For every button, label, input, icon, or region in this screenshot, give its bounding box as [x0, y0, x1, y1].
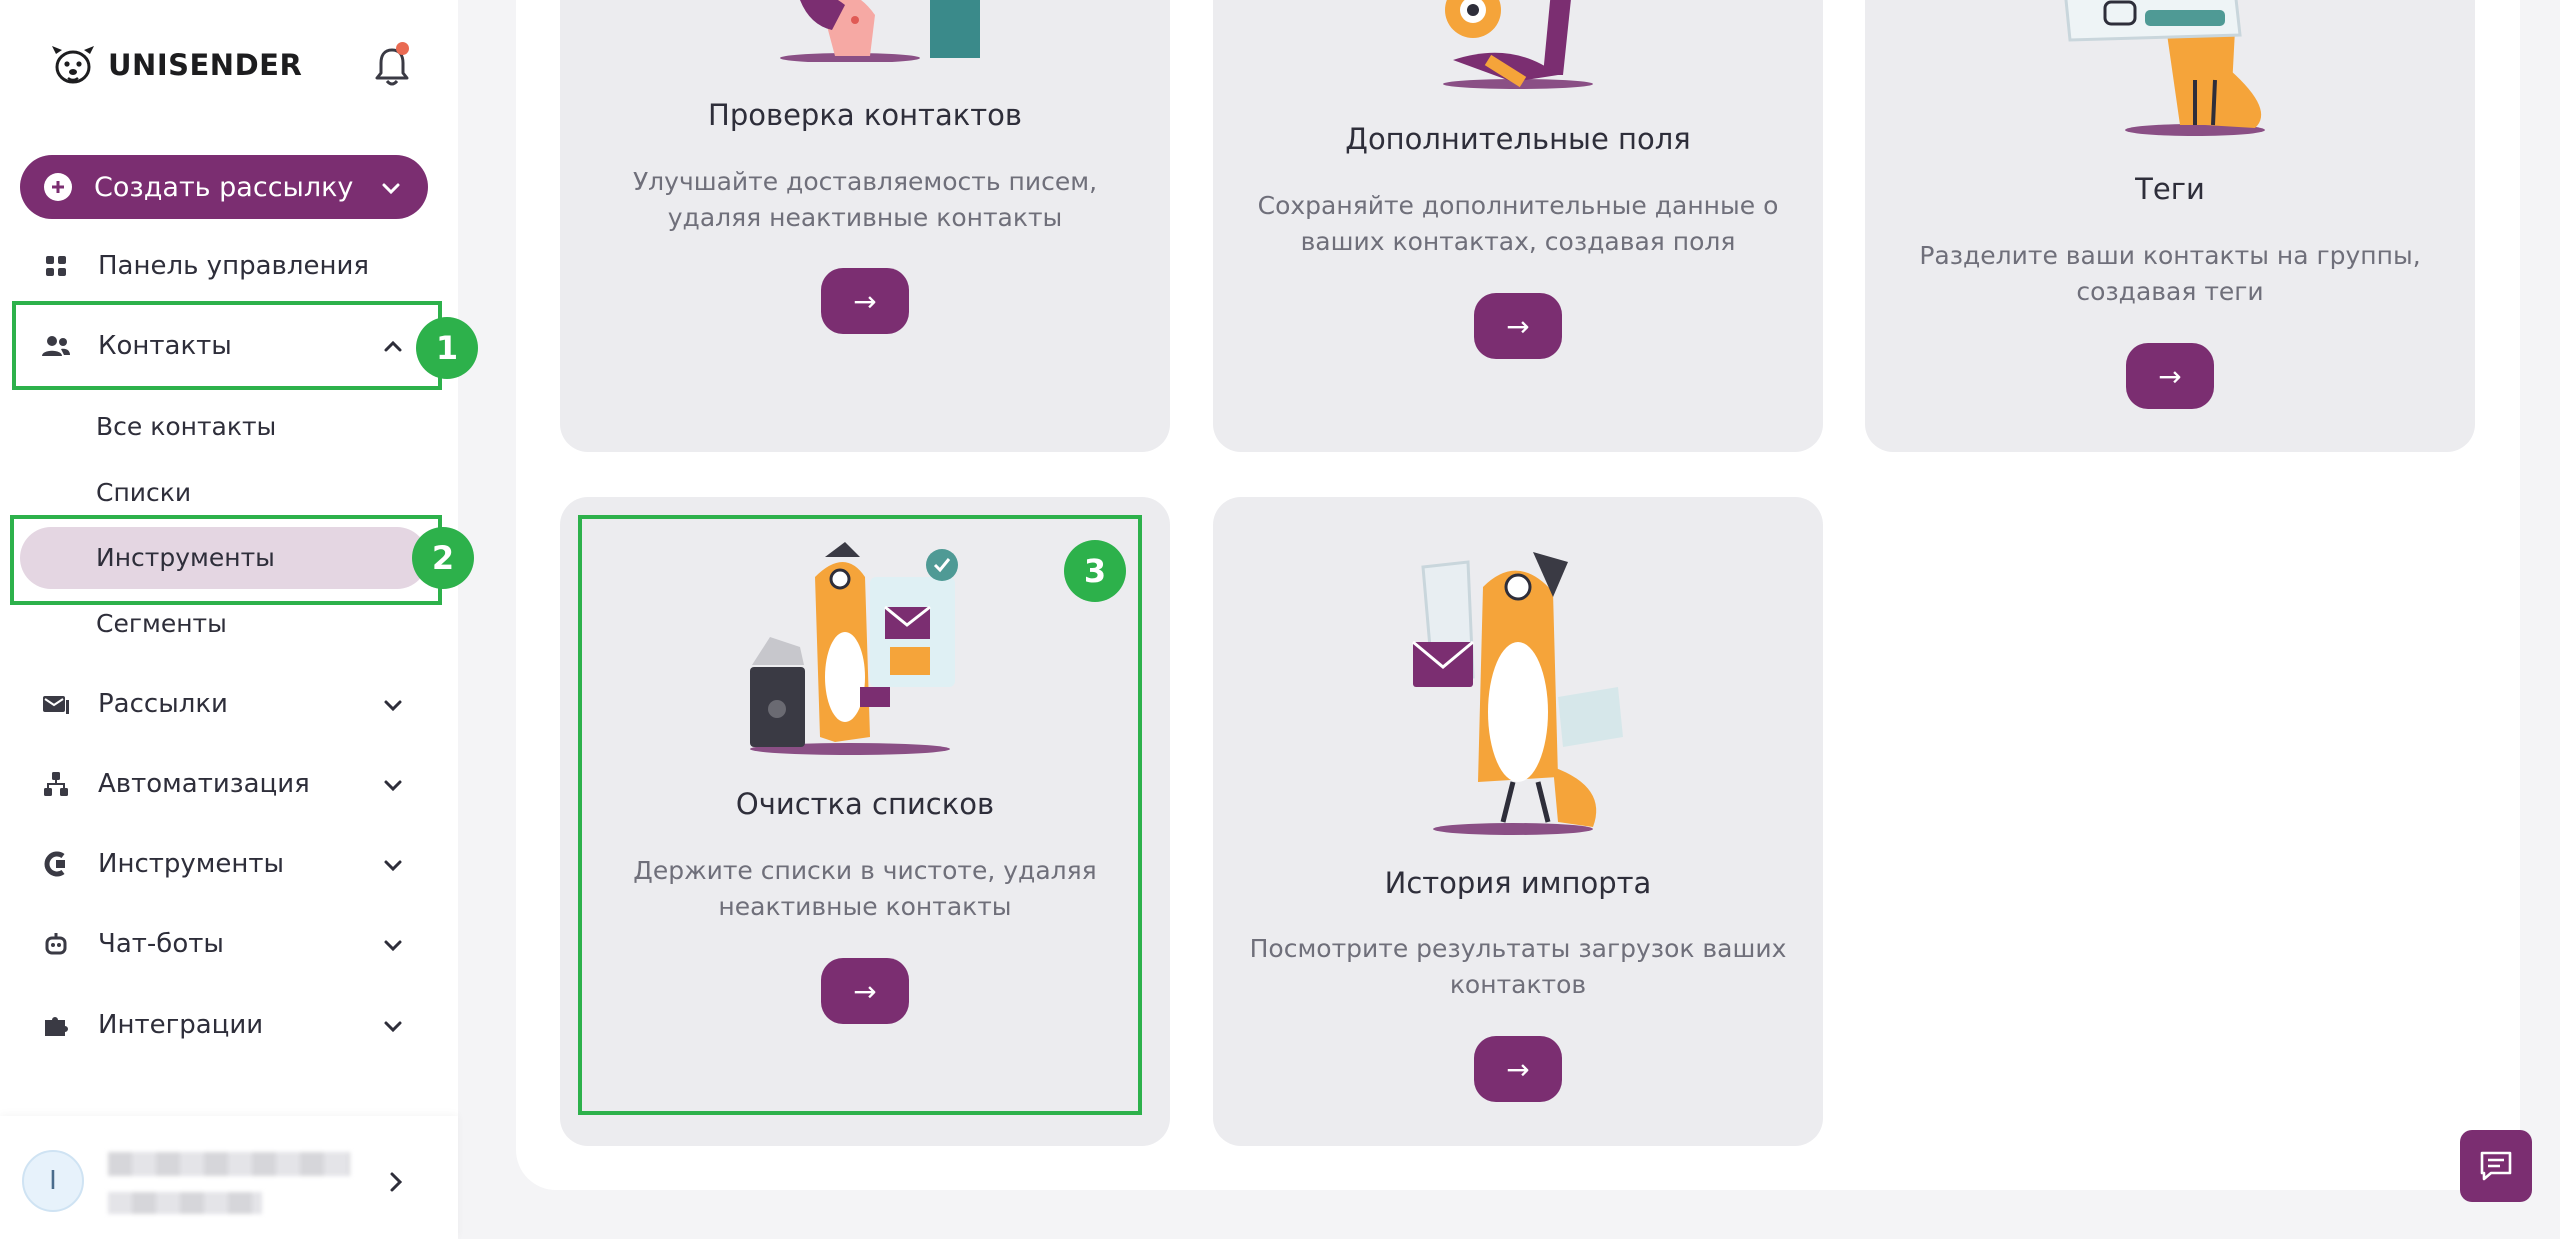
chevron-down-icon [384, 860, 402, 872]
sidebar-item-label: Чат-боты [98, 929, 224, 959]
chevron-down-icon [384, 780, 402, 792]
sidebar-item-label: Автоматизация [98, 769, 310, 799]
import-history-illustration [1412, 552, 1623, 835]
card-title: История импорта [1384, 866, 1652, 900]
contact-check-illustration [780, 0, 980, 62]
bot-icon [38, 926, 74, 962]
sidebar-item-label: Инструменты [98, 849, 285, 879]
chevron-down-icon [384, 1021, 402, 1033]
tool-card-contact-check: Проверка контактов Улучшайте доставляемо… [560, 0, 1170, 452]
user-email-redacted [108, 1192, 262, 1214]
card-description: Разделите ваши контакты на группы, созда… [1919, 241, 2421, 306]
puzzle-icon [38, 1007, 74, 1043]
chevron-down-icon [384, 700, 402, 712]
sub-item-segments[interactable]: Сегменты [96, 609, 227, 638]
tool-card-tags: Теги Разделите ваши контакты на группы, … [1865, 0, 2475, 452]
tags-illustration [2064, 0, 2265, 136]
chat-widget-button[interactable] [2460, 1130, 2532, 1202]
open-tool-button[interactable]: → [2126, 343, 2214, 409]
sidebar-item-chatbots[interactable]: Чат-боты [20, 914, 428, 974]
open-tool-button[interactable]: → [1474, 293, 1562, 359]
logo-text: UNISENDER [108, 48, 303, 82]
sidebar-item-label: Интеграции [98, 1010, 264, 1040]
dashboard-icon [38, 248, 74, 284]
tool-card-custom-fields: Дополнительные поля Сохраняйте дополните… [1213, 0, 1823, 452]
notification-dot [396, 42, 409, 55]
sub-item-lists[interactable]: Списки [96, 478, 191, 507]
sidebar-item-label: Рассылки [98, 689, 228, 719]
avatar[interactable]: I [22, 1150, 84, 1212]
highlight-box-list-cleanup [578, 515, 1142, 1115]
sub-item-all-contacts[interactable]: Все контакты [96, 412, 276, 441]
sidebar-item-automation[interactable]: Автоматизация [20, 754, 428, 814]
card-title: Теги [2135, 172, 2205, 206]
logo[interactable]: UNISENDER [48, 40, 302, 90]
open-tool-button[interactable]: → [1474, 1036, 1562, 1102]
sidebar-item-dashboard[interactable]: Панель управления [20, 236, 428, 296]
card-title: Проверка контактов [708, 98, 1022, 132]
sidebar-item-integrations[interactable]: Интеграции [20, 995, 428, 1055]
chevron-down-icon [384, 940, 402, 952]
custom-fields-illustration [1443, 0, 1593, 89]
automation-icon [38, 766, 74, 802]
open-tool-button[interactable]: → [821, 268, 909, 334]
chat-icon [2480, 1151, 2512, 1181]
sidebar-item-tools[interactable]: Инструменты [20, 834, 428, 894]
create-campaign-button[interactable]: Создать рассылку [20, 155, 428, 219]
tool-card-import-history[interactable]: История импорта Посмотрите результаты за… [1213, 497, 1823, 1146]
chevron-down-icon [382, 183, 400, 195]
card-title: Дополнительные поля [1345, 122, 1691, 156]
user-name-redacted [108, 1152, 350, 1176]
chevron-right-icon[interactable] [386, 1170, 406, 1194]
sidebar-item-label: Панель управления [98, 251, 369, 281]
annotation-badge-1: 1 [416, 317, 478, 379]
sidebar-item-mailings[interactable]: Рассылки [20, 674, 428, 734]
highlight-box-contacts [12, 301, 442, 390]
dog-logo-icon [52, 46, 94, 84]
card-description: Посмотрите результаты загрузок ваших кон… [1249, 934, 1787, 999]
tools-icon [38, 846, 74, 882]
annotation-badge-3: 3 [1064, 540, 1126, 602]
card-description: Сохраняйте дополнительные данные о ваших… [1257, 191, 1779, 256]
sidebar: UNISENDER Создать рассылку Панель управл… [0, 0, 458, 1239]
annotation-badge-2: 2 [412, 527, 474, 589]
card-description: Улучшайте доставляемость писем, удаляя н… [632, 167, 1098, 232]
plus-icon [44, 173, 72, 201]
mail-icon [38, 686, 74, 722]
create-campaign-label: Создать рассылку [94, 171, 354, 203]
user-profile-bar[interactable]: I [0, 1116, 458, 1239]
highlight-box-tools [10, 515, 442, 605]
